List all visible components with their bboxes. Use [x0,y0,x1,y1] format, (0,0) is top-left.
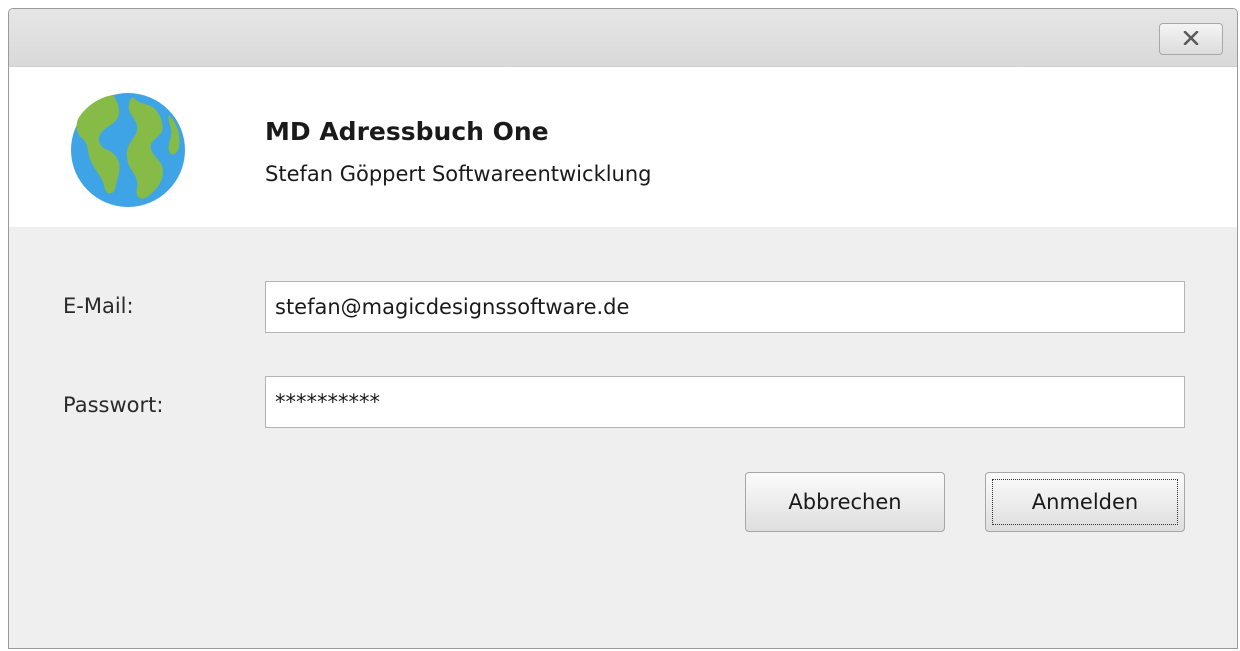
login-button[interactable]: Anmelden [985,472,1185,532]
app-title: MD Adressbuch One [265,117,549,146]
password-field[interactable] [265,376,1185,428]
app-header: MD Adressbuch One Stefan Göppert Softwar… [9,67,1237,227]
close-icon [1181,30,1201,49]
email-field[interactable] [265,281,1185,333]
login-dialog: MD Adressbuch One Stefan Göppert Softwar… [8,8,1238,649]
close-button[interactable] [1159,23,1223,55]
email-label: E-Mail: [63,294,134,318]
title-bar [9,9,1237,67]
cancel-button[interactable]: Abbrechen [745,472,945,532]
app-subtitle: Stefan Göppert Softwareentwicklung [265,162,652,186]
password-label: Passwort: [63,393,164,417]
globe-icon [69,91,187,209]
